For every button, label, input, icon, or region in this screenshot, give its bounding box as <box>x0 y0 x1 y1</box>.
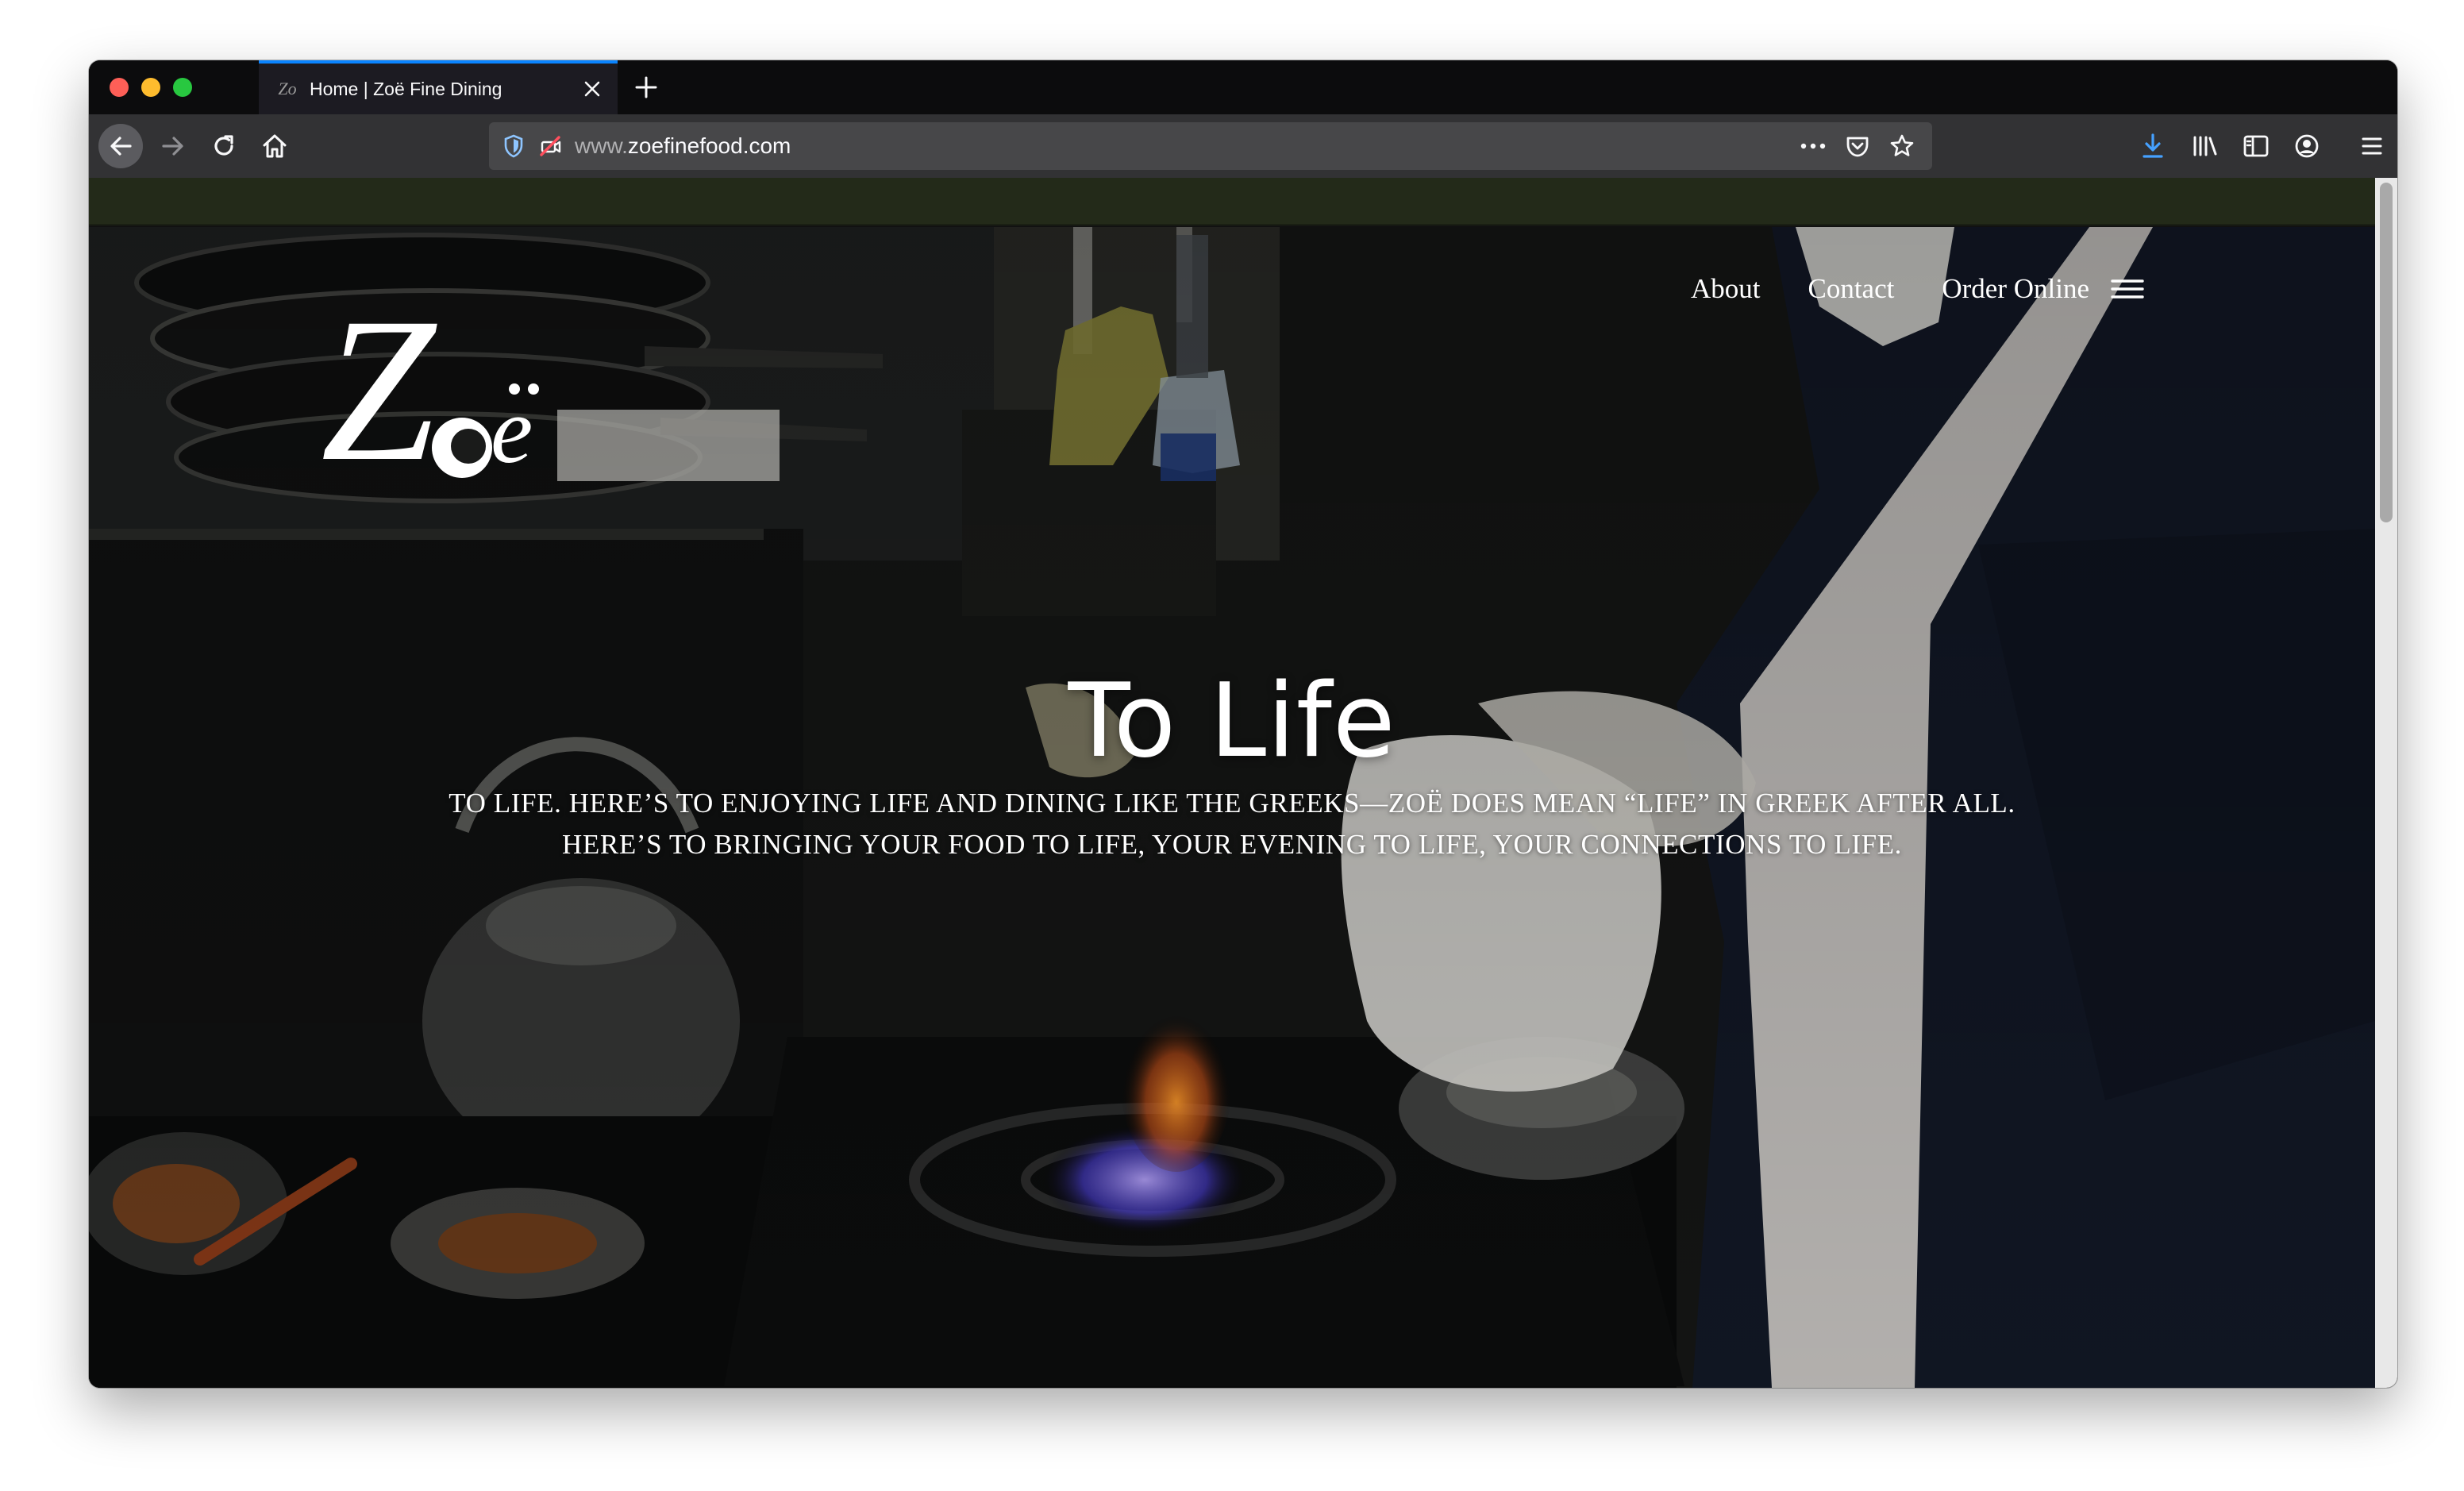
shield-icon[interactable] <box>500 133 527 160</box>
url-text[interactable]: www.zoefinefood.com <box>575 133 791 159</box>
sidebar-icon <box>2243 135 2269 157</box>
zoe-logo[interactable]: Z e <box>310 291 595 497</box>
new-tab-button[interactable] <box>630 71 662 103</box>
home-icon <box>263 134 287 158</box>
hamburger-menu-icon <box>2362 137 2382 155</box>
top-banner-strip <box>89 178 2397 225</box>
sidebar-button[interactable] <box>2231 124 2281 168</box>
forward-button[interactable] <box>151 124 195 168</box>
hero-subtitle-line-1: TO LIFE. HERE’S TO ENJOYING LIFE AND DIN… <box>449 788 2015 819</box>
url-prefix: www. <box>575 133 628 158</box>
tab-bar: Zo Home | Zoë Fine Dining <box>89 60 2397 114</box>
zoe-favicon-icon: Zo <box>278 79 297 98</box>
downloads-button[interactable] <box>2127 124 2178 168</box>
back-button[interactable] <box>98 124 143 168</box>
minimize-window-button[interactable] <box>141 78 160 97</box>
browser-window: Zo Home | Zoë Fine Dining www.zoefinefoo… <box>89 60 2397 1388</box>
arrow-left-icon <box>110 137 132 156</box>
account-icon <box>2295 134 2319 158</box>
ellipsis-icon[interactable] <box>1791 129 1835 164</box>
zoom-window-button[interactable] <box>173 78 192 97</box>
page-actions <box>1791 129 1924 164</box>
url-domain: zoefinefood.com <box>627 133 791 158</box>
library-icon <box>2193 136 2217 156</box>
star-icon[interactable] <box>1880 129 1924 164</box>
svg-text:Z: Z <box>321 291 440 497</box>
library-button[interactable] <box>2180 124 2231 168</box>
toolbar-actions <box>2127 124 2397 168</box>
screenshot-stage: Zo Home | Zoë Fine Dining www.zoefinefoo… <box>0 0 2464 1491</box>
close-window-button[interactable] <box>110 78 129 97</box>
navigation-toolbar: www.zoefinefood.com <box>89 114 2397 178</box>
nav-link-order-online[interactable]: Order Online <box>1942 273 2089 305</box>
app-menu-button[interactable] <box>2347 124 2397 168</box>
web-content: Z e About Contact Order Online To Life T… <box>89 178 2397 1388</box>
hamburger-menu-icon[interactable] <box>2110 277 2145 301</box>
scrollbar-thumb[interactable] <box>2380 183 2393 522</box>
tab-home[interactable]: Zo Home | Zoë Fine Dining <box>259 60 618 114</box>
hero-subtitle-line-2: HERE’S TO BRINGING YOUR FOOD TO LIFE, YO… <box>562 829 1902 860</box>
home-button[interactable] <box>252 124 297 168</box>
download-arrow-icon <box>2143 133 2163 158</box>
nav-link-contact[interactable]: Contact <box>1808 273 1894 305</box>
arrow-right-icon <box>162 137 183 156</box>
plus-icon <box>635 76 657 98</box>
nav-link-about[interactable]: About <box>1691 273 1761 305</box>
vertical-scrollbar[interactable] <box>2375 178 2397 1388</box>
site-navigation: About Contact Order Online <box>1691 273 2145 305</box>
address-bar[interactable]: www.zoefinefood.com <box>489 122 1932 170</box>
reload-icon <box>214 135 233 156</box>
account-button[interactable] <box>2281 124 2332 168</box>
tab-title: Home | Zoë Fine Dining <box>310 78 502 99</box>
hero-subtitle: TO LIFE. HERE’S TO ENJOYING LIFE AND DIN… <box>89 783 2375 865</box>
hero-title: To Life <box>1068 662 1396 780</box>
hero-section: Z e About Contact Order Online To Life T… <box>89 227 2375 1388</box>
close-icon[interactable] <box>579 76 605 102</box>
reload-button[interactable] <box>202 124 246 168</box>
pocket-icon[interactable] <box>1835 129 1880 164</box>
blocked-camera-icon[interactable] <box>537 133 564 160</box>
